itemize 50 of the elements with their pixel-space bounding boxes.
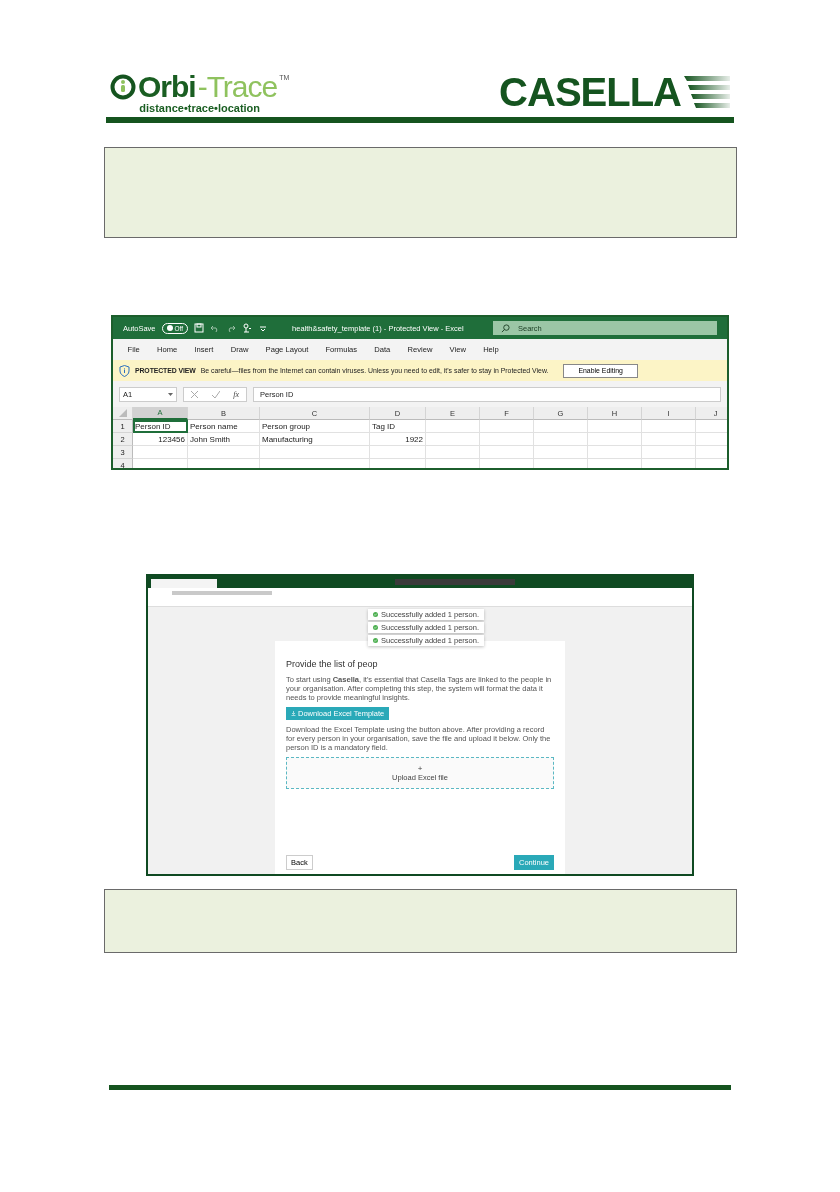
address-bar[interactable] — [148, 588, 692, 598]
empty-cell[interactable] — [642, 433, 696, 446]
check-circle-icon — [373, 625, 378, 630]
empty-cell[interactable] — [588, 420, 642, 433]
logo-text: Orbi — [138, 70, 196, 104]
card-title: Provide the list of peop — [286, 659, 379, 669]
empty-cell[interactable] — [534, 420, 588, 433]
empty-cell[interactable] — [426, 433, 480, 446]
table-cell[interactable]: Person group — [260, 420, 370, 433]
empty-cell[interactable] — [480, 446, 534, 459]
customize-caret-icon[interactable] — [258, 323, 269, 333]
table-cell[interactable]: Tag ID — [370, 420, 426, 433]
check-icon[interactable] — [211, 390, 220, 398]
empty-cell[interactable] — [534, 446, 588, 459]
save-icon[interactable] — [194, 323, 205, 333]
table-cell[interactable]: Person name — [188, 420, 260, 433]
check-circle-icon — [373, 612, 378, 617]
empty-cell[interactable] — [260, 446, 370, 459]
empty-cell[interactable] — [642, 446, 696, 459]
table-cell[interactable]: Person ID — [133, 420, 188, 433]
insert-function-button[interactable]: fx — [233, 389, 240, 399]
cancel-icon[interactable] — [190, 390, 198, 398]
logo-text: CASELLA — [499, 72, 681, 112]
table-cell[interactable]: Manufacturing — [260, 433, 370, 446]
table-cell[interactable]: 1922 — [370, 433, 426, 446]
empty-cell[interactable] — [534, 433, 588, 446]
table-cell[interactable]: 123456 — [133, 433, 188, 446]
empty-cell[interactable] — [370, 446, 426, 459]
empty-cell[interactable] — [588, 446, 642, 459]
shield-info-icon — [119, 364, 130, 377]
stripes-icon — [684, 76, 730, 108]
empty-cell[interactable] — [480, 420, 534, 433]
search-icon — [501, 323, 510, 333]
caret-icon[interactable] — [168, 392, 173, 396]
touch-mode-icon[interactable] — [242, 323, 253, 333]
browser-tab[interactable] — [151, 579, 217, 588]
check-circle-icon — [373, 638, 378, 643]
download-icon — [291, 711, 296, 716]
plus-text: + — [417, 764, 423, 773]
empty-cell[interactable] — [426, 446, 480, 459]
empty-cell[interactable] — [426, 420, 480, 433]
table-cell[interactable]: John Smith — [188, 433, 260, 446]
redo-icon[interactable] — [226, 323, 237, 333]
empty-cell[interactable] — [480, 433, 534, 446]
empty-cell[interactable] — [642, 420, 696, 433]
logo-tagline: distance•trace•location — [139, 102, 261, 114]
select-all-icon[interactable] — [118, 409, 127, 417]
empty-cell[interactable] — [188, 446, 260, 459]
empty-cell[interactable] — [588, 433, 642, 446]
logo-text: -Trace — [197, 70, 278, 104]
